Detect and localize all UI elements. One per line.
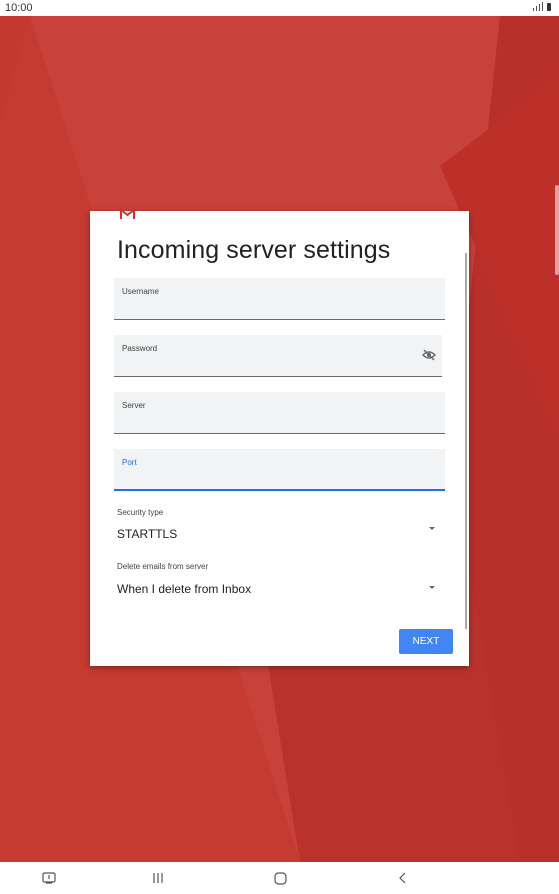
home-button[interactable] — [270, 862, 290, 894]
dialog-scrollbar[interactable] — [465, 253, 467, 629]
recent-apps-icon — [153, 873, 163, 883]
gmail-icon — [120, 208, 135, 219]
signal-icon — [533, 8, 534, 11]
navigation-bar — [0, 862, 559, 894]
security-type-select[interactable]: STARTTLS — [117, 527, 177, 541]
recent-apps-button[interactable] — [148, 862, 168, 894]
dropdown-arrow-icon[interactable] — [429, 586, 435, 589]
signal-bar — [539, 4, 540, 11]
username-label: Username — [122, 287, 159, 296]
status-time: 10:00 — [5, 2, 33, 14]
delete-emails-select[interactable]: When I delete from Inbox — [117, 582, 251, 596]
edge-panel-handle[interactable] — [555, 185, 559, 275]
visibility-off-icon[interactable] — [422, 349, 436, 361]
next-button[interactable]: NEXT — [399, 629, 453, 654]
port-field[interactable]: Port — [114, 449, 445, 491]
dropdown-arrow-icon[interactable] — [429, 527, 435, 530]
password-field[interactable]: Password — [114, 335, 442, 377]
server-field[interactable]: Server — [114, 392, 445, 434]
security-type-label: Security type — [117, 508, 164, 517]
delete-emails-label: Delete emails from server — [117, 562, 209, 571]
back-icon — [399, 872, 406, 884]
signal-bar — [542, 2, 543, 11]
port-label: Port — [122, 458, 137, 467]
screen: 10:00 Incoming server settings Username … — [0, 0, 559, 894]
page-title: Incoming server settings — [117, 236, 391, 264]
username-field[interactable]: Username — [114, 278, 445, 320]
screenshot-icon — [42, 872, 56, 884]
signal-battery-icons — [533, 2, 551, 11]
status-bar: 10:00 — [0, 0, 559, 16]
back-button[interactable] — [394, 862, 412, 894]
signal-bar — [536, 6, 537, 11]
battery-icon — [547, 3, 551, 11]
incoming-server-settings-dialog: Incoming server settings Username Passwo… — [90, 208, 469, 666]
password-label: Password — [122, 344, 158, 353]
screenshot-button[interactable] — [40, 862, 58, 894]
home-icon — [273, 871, 287, 885]
server-label: Server — [122, 401, 146, 410]
